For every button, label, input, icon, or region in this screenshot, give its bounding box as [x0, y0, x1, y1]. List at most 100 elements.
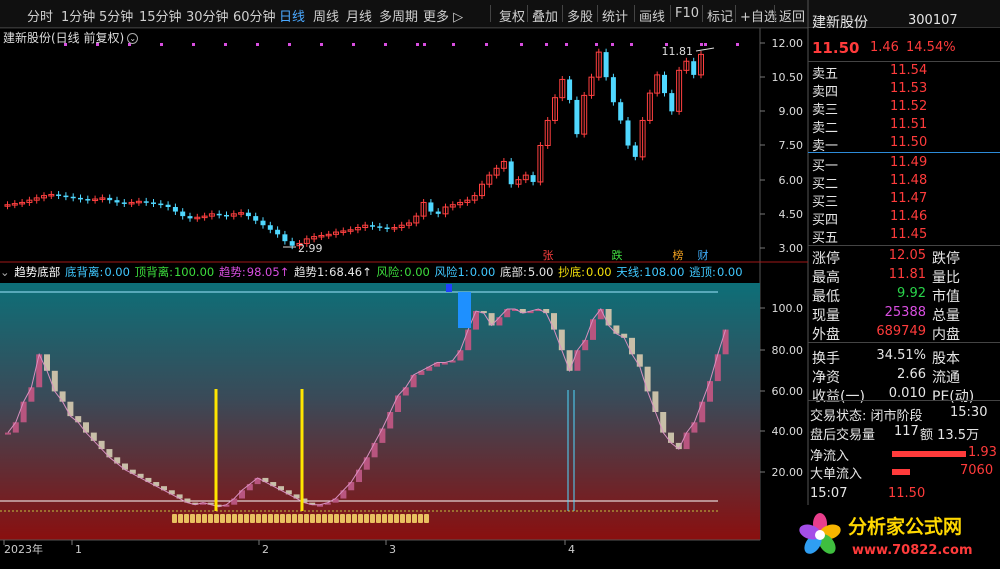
watermark-logo: 分析家公式网 www.70822.com [790, 505, 1000, 565]
signal-dot [224, 43, 227, 46]
price-axis-label: 4.50 [779, 208, 804, 221]
candle-body [107, 197, 113, 201]
stat-label: 最低 [812, 289, 840, 305]
stat-label: 换手 [812, 351, 840, 367]
candle-body [632, 145, 638, 157]
stat-value: 689749 [876, 324, 926, 339]
trend-bar [457, 350, 464, 361]
indicator-value: 0.00 [716, 265, 743, 279]
stat-label: 外盘 [812, 327, 840, 343]
bottom-zone-marker [286, 514, 291, 523]
candle-body [260, 220, 266, 226]
candle-body [275, 229, 281, 235]
stat-label: 量比 [932, 270, 960, 286]
indicator-axis-label: 20.00 [772, 466, 804, 479]
indicator-axis-label: 100.0 [772, 302, 804, 315]
trend-bar [582, 339, 589, 351]
price-change-pct: 14.54% [906, 40, 956, 55]
trend-bar [714, 354, 721, 382]
signal-dot [192, 43, 195, 46]
candle-body [245, 212, 251, 217]
signal-dot [630, 43, 633, 46]
indicator-label: 顶背离: [134, 265, 173, 279]
trend-bar [699, 401, 706, 423]
indicator-label: 底部: [500, 265, 527, 279]
bid-price: 11.45 [890, 227, 928, 242]
time-axis-label: 3 [389, 543, 396, 556]
signal-dot [595, 43, 598, 46]
flower-logo-icon: 分析家公式网 www.70822.com [799, 513, 973, 558]
trend-bar [496, 317, 503, 326]
net-inflow-label: 净流入 [810, 449, 850, 464]
trend-bar [395, 395, 401, 412]
bottom-zone-marker [268, 514, 273, 523]
trend-bar [122, 463, 128, 470]
bottom-zone-marker [376, 514, 381, 523]
indicator-value: 100.00 [173, 265, 215, 279]
ask-label: 卖五 [812, 67, 839, 82]
big-order-inflow-bar [892, 469, 910, 475]
indicator-value: 0.00 [586, 265, 612, 279]
trend-bar [668, 432, 674, 443]
indicator-axis-label: 60.00 [772, 385, 804, 398]
candle-body [377, 226, 383, 228]
signal-dot [384, 43, 387, 46]
watermark-url: www.70822.com [852, 543, 973, 558]
indicator-bar: ⌄ 趋势底部 底背离:0.00 顶背离:100.00 趋势:98.05↑ 趋势1… [0, 264, 760, 282]
bottom-zone-marker [394, 514, 399, 523]
bottom-zone-marker [400, 514, 405, 523]
ask-price: 11.52 [890, 99, 928, 114]
candle-body [70, 196, 76, 199]
trend-bar [722, 329, 729, 355]
low-price-label: 2.99 [298, 242, 323, 255]
indicator-axis-label: 80.00 [772, 344, 804, 357]
candle-body [625, 120, 631, 146]
candle-body [282, 234, 288, 242]
candle-body [610, 77, 616, 103]
chart-settings-icon[interactable]: ⌄ [127, 33, 139, 44]
trend-bar [644, 366, 651, 392]
bottom-zone-marker [244, 514, 249, 523]
bottom-zone-marker [304, 514, 309, 523]
indicator-value: 0.00 [469, 265, 496, 279]
candle-body [114, 200, 120, 203]
stock-name: 建新股份 [812, 15, 868, 31]
signal-dot [352, 43, 355, 46]
indicator-value: 98.05↑ [246, 265, 290, 279]
trend-bar [465, 329, 472, 351]
trend-bar [707, 381, 713, 402]
stat-label: 净资 [812, 370, 840, 386]
price-axis-label: 3.00 [779, 242, 804, 255]
trend-bar [106, 449, 113, 458]
candle-body [121, 202, 127, 204]
bid-price: 11.48 [890, 173, 928, 188]
bottom-zone-marker [184, 514, 189, 523]
candle-body [85, 199, 91, 201]
price-axis-label: 12.00 [772, 37, 804, 50]
trend-bar [83, 422, 89, 433]
bid-price: 11.49 [890, 155, 928, 170]
trend-bar [340, 490, 347, 499]
trend-bar [59, 391, 66, 402]
after-hours-volume: 117 [894, 424, 919, 439]
trend-bar [28, 387, 35, 402]
stat-value: 2.66 [897, 367, 926, 382]
trend-bar [67, 401, 74, 417]
signal-dot [520, 43, 523, 46]
bottom-zone-marker [298, 514, 303, 523]
stat-label: 收益(一) [812, 389, 865, 405]
trend-bar [629, 337, 635, 355]
event-marker: 榜 [673, 248, 684, 262]
trend-bar [90, 432, 97, 441]
indicator-label: 底背离: [64, 265, 104, 279]
signal-dot [611, 43, 614, 46]
stat-label: 现量 [812, 308, 840, 324]
indicator-settings-icon[interactable]: ⌄ [0, 265, 13, 279]
candle-body [508, 161, 514, 185]
signal-dot [700, 43, 703, 46]
signal-dot [704, 43, 707, 46]
signal-dot [320, 43, 323, 46]
candle-body [78, 197, 83, 200]
ask-label: 卖二 [812, 121, 839, 136]
bottom-zone-marker [220, 514, 225, 523]
